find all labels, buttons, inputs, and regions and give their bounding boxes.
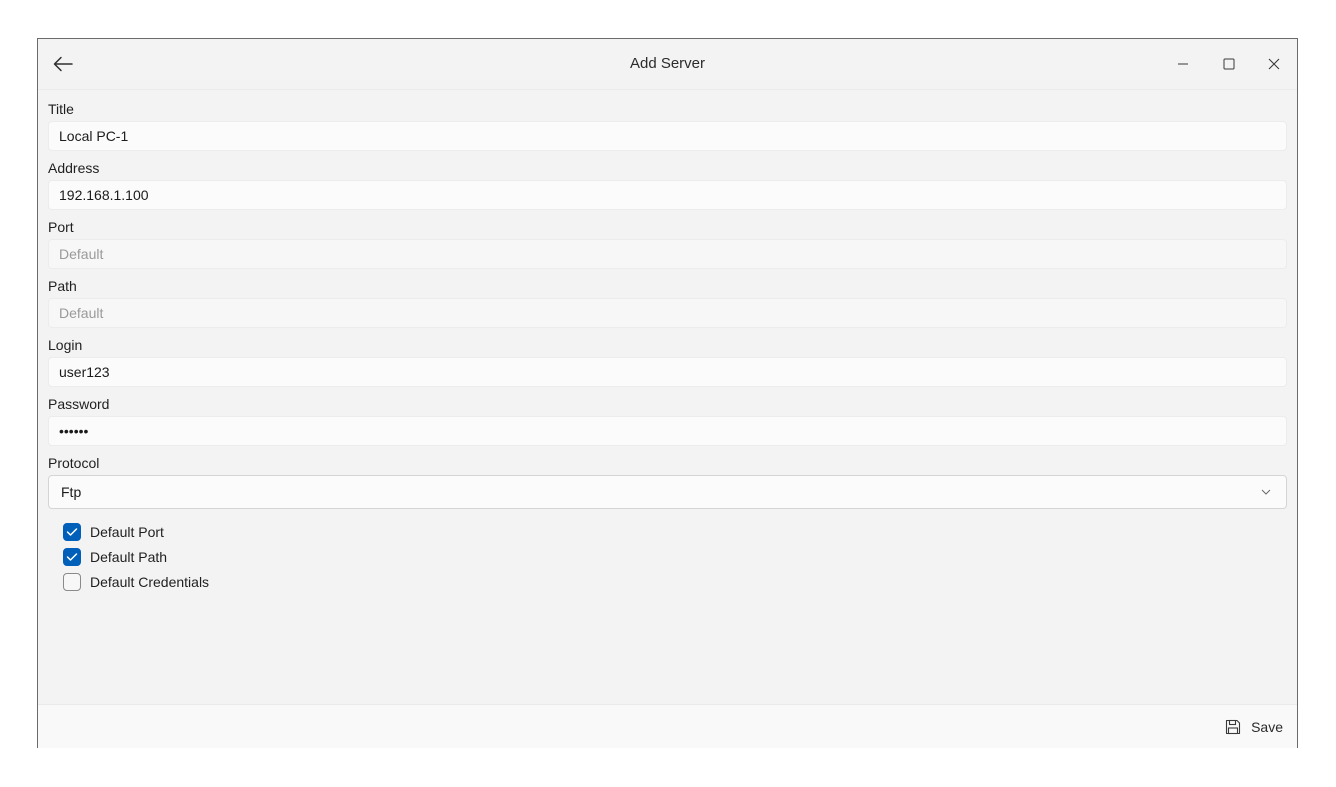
protocol-selected-value: Ftp xyxy=(61,484,82,500)
title-label: Title xyxy=(48,101,74,117)
server-form: Title Local PC-1 Address 192.168.1.100 P… xyxy=(48,97,1287,594)
add-server-window: Add Server Title Local PC-1 Address 192.… xyxy=(37,38,1298,748)
protocol-label: Protocol xyxy=(48,455,100,471)
checkmark-icon xyxy=(66,552,78,561)
login-input[interactable]: user123 xyxy=(48,357,1287,387)
password-input[interactable]: •••••• xyxy=(48,416,1287,446)
port-label: Port xyxy=(48,219,74,235)
login-label: Login xyxy=(48,337,83,353)
back-button[interactable] xyxy=(48,51,78,77)
default-credentials-checkbox[interactable] xyxy=(63,572,81,591)
path-label: Path xyxy=(48,278,77,294)
save-button[interactable]: Save xyxy=(1225,715,1283,739)
command-bar: Save xyxy=(38,704,1297,748)
back-arrow-icon xyxy=(53,56,73,72)
floppy-disk-icon xyxy=(1226,719,1241,735)
save-label: Save xyxy=(1251,719,1283,735)
maximize-icon xyxy=(1223,58,1235,70)
close-button[interactable] xyxy=(1259,51,1289,77)
window-title: Add Server xyxy=(629,55,706,72)
close-icon xyxy=(1268,58,1280,70)
title-input[interactable]: Local PC-1 xyxy=(48,121,1287,151)
default-port-label: Default Port xyxy=(90,523,164,540)
path-input[interactable]: Default xyxy=(48,298,1287,328)
default-path-label: Default Path xyxy=(90,548,168,565)
default-port-checkbox[interactable] xyxy=(63,522,81,541)
password-label: Password xyxy=(48,396,110,412)
default-port-option[interactable]: Default Port xyxy=(63,519,1287,544)
checkmark-icon xyxy=(66,527,78,536)
maximize-button[interactable] xyxy=(1214,51,1244,77)
address-input[interactable]: 192.168.1.100 xyxy=(48,180,1287,210)
minimize-icon xyxy=(1178,63,1188,65)
default-path-option[interactable]: Default Path xyxy=(63,544,1287,569)
default-credentials-option[interactable]: Default Credentials xyxy=(63,569,1287,594)
default-path-checkbox[interactable] xyxy=(63,547,81,566)
address-label: Address xyxy=(48,160,100,176)
protocol-select[interactable]: Ftp xyxy=(48,475,1287,509)
minimize-button[interactable] xyxy=(1168,51,1198,77)
default-credentials-label: Default Credentials xyxy=(90,573,210,590)
options-group: Default Port Default Path Default Creden… xyxy=(48,519,1287,594)
chevron-down-icon xyxy=(1261,489,1271,495)
port-input[interactable]: Default xyxy=(48,239,1287,269)
title-bar: Add Server xyxy=(38,39,1297,90)
